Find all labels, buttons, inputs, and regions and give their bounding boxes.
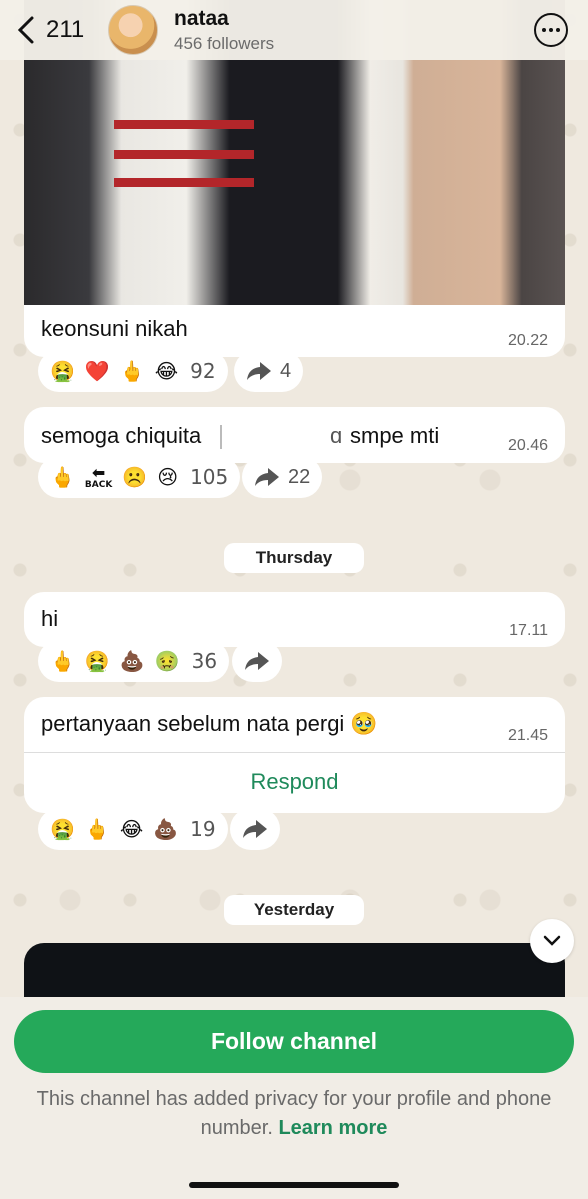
- frowning-face-icon: ☹️: [122, 465, 148, 489]
- dot-icon: [549, 28, 553, 32]
- date-separator: Thursday: [224, 543, 364, 573]
- message-bubble[interactable]: pertanyaan sebelum nata pergi 🥹 21.45 Re…: [24, 697, 565, 813]
- forward-icon: [243, 820, 267, 838]
- forward-button[interactable]: [230, 808, 280, 850]
- poop-icon: 💩: [119, 649, 145, 673]
- nauseated-face-icon: 🤮: [50, 817, 75, 841]
- reaction-count: 92: [190, 359, 216, 383]
- middle-finger-icon: 🖕: [50, 465, 75, 489]
- message-time: 17.11: [509, 622, 548, 639]
- channel-info[interactable]: nataa 456 followers: [174, 7, 534, 54]
- message-bubble[interactable]: hi 17.11: [24, 592, 565, 647]
- back-button[interactable]: 211: [16, 15, 102, 45]
- message-text: hi: [41, 606, 59, 631]
- heart-icon: ❤️: [84, 359, 110, 383]
- more-options-button[interactable]: [534, 13, 568, 47]
- reactions-pill[interactable]: 🤮 ❤️ 🖕 😂 92: [38, 350, 228, 392]
- share-count: 4: [280, 359, 292, 382]
- respond-button[interactable]: Respond: [24, 753, 565, 811]
- crying-face-icon: 😢: [157, 465, 179, 489]
- reaction-count: 36: [191, 649, 218, 673]
- forward-icon: [247, 362, 271, 380]
- forward-button[interactable]: [232, 640, 282, 682]
- message-text-end: smpe mti: [350, 423, 440, 448]
- reactions-pill[interactable]: 🖕 ⬅ BACK ☹️ 😢 105: [38, 456, 241, 498]
- learn-more-link[interactable]: Learn more: [278, 1117, 387, 1139]
- reaction-count: 19: [190, 817, 216, 841]
- channel-footer: Follow channel This channel has added pr…: [0, 997, 588, 1199]
- forward-button[interactable]: 4: [234, 350, 304, 392]
- date-separator: Yesterday: [224, 895, 364, 925]
- sick-face-icon: 🤢: [154, 649, 180, 673]
- nauseated-face-icon: 🤮: [84, 649, 110, 673]
- reactions-pill[interactable]: 🖕 🤮 💩 🤢 36: [38, 640, 230, 682]
- laughing-face-icon: 😂: [154, 359, 179, 383]
- nauseated-face-icon: 🤮: [50, 359, 75, 383]
- message-time: 20.46: [507, 437, 548, 454]
- middle-finger-icon: 🖕: [84, 817, 110, 841]
- redaction-edge: ɑ: [330, 423, 343, 448]
- reactions-pill[interactable]: 🤮 🖕 😂 💩 19: [38, 808, 228, 850]
- forward-icon: [255, 468, 279, 486]
- redacted-block: [220, 425, 328, 449]
- dot-icon: [542, 28, 546, 32]
- middle-finger-icon: 🖕: [119, 359, 145, 383]
- home-indicator[interactable]: [189, 1182, 399, 1188]
- scroll-down-button[interactable]: [530, 919, 574, 963]
- poop-icon: 💩: [153, 817, 179, 841]
- chat-header: 211 nataa 456 followers: [0, 0, 588, 60]
- message-text: keonsuni nikah: [41, 316, 188, 341]
- back-arrow-icon: ⬅ BACK: [84, 462, 113, 490]
- follow-channel-button[interactable]: Follow channel: [14, 1010, 574, 1073]
- avatar[interactable]: [108, 5, 158, 55]
- privacy-notice: This channel has added privacy for your …: [30, 1085, 558, 1143]
- message-text-start: semoga chiquita: [41, 423, 202, 448]
- laughing-face-icon: 😂: [119, 817, 144, 841]
- dot-icon: [556, 28, 560, 32]
- forward-icon: [245, 652, 269, 670]
- message-time: 21.45: [507, 727, 548, 744]
- forward-button[interactable]: 22: [242, 456, 323, 498]
- message-text: pertanyaan sebelum nata pergi 🥹: [41, 711, 378, 736]
- chevron-down-icon: [543, 935, 561, 946]
- follower-count: 456 followers: [174, 33, 275, 53]
- chevron-left-icon: [17, 16, 34, 44]
- share-count: 22: [288, 465, 311, 488]
- channel-name: nataa: [174, 6, 229, 30]
- message-bubble[interactable]: semoga chiquita ɑ smpe mti 20.46: [24, 407, 565, 463]
- reaction-count: 105: [190, 465, 229, 489]
- message-time: 20.22: [507, 332, 548, 349]
- middle-finger-icon: 🖕: [50, 649, 75, 673]
- unread-count: 211: [46, 16, 85, 43]
